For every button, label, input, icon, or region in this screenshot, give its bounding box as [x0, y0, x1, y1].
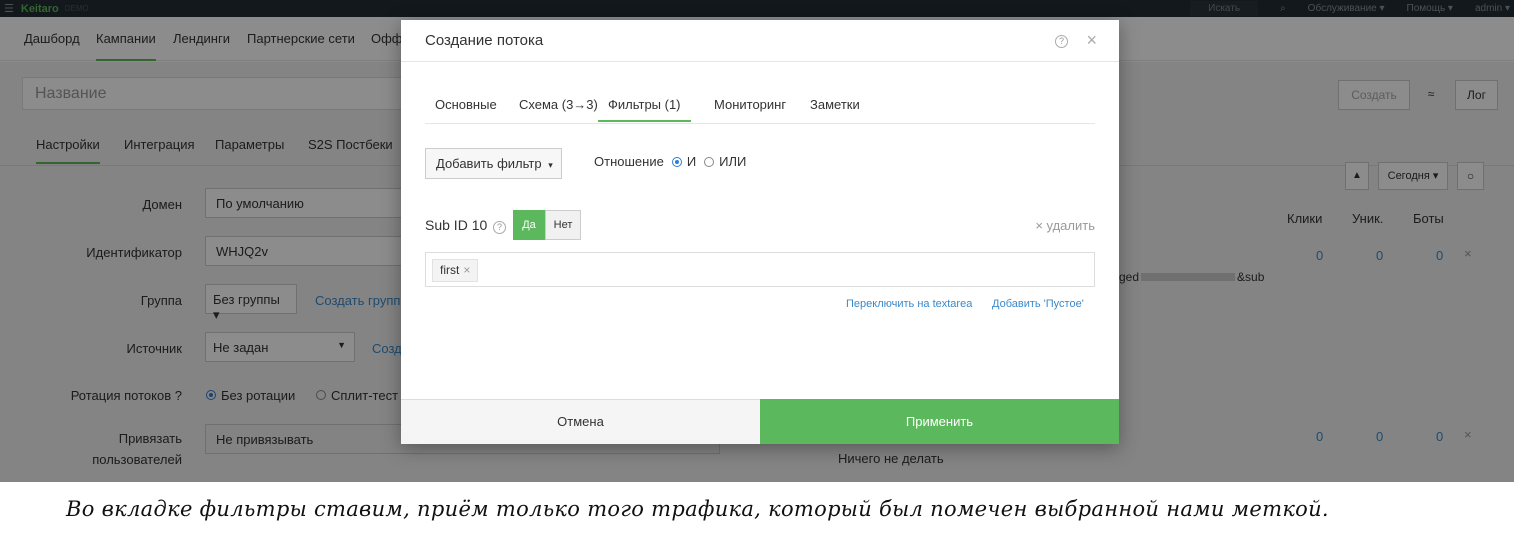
tab-monitoring[interactable]: Мониторинг — [714, 97, 786, 112]
switch-textarea-link[interactable]: Переключить на textarea — [846, 298, 972, 310]
relation-or-radio[interactable] — [704, 156, 715, 167]
tab-filters[interactable]: Фильтры (1) — [598, 97, 691, 122]
cancel-button[interactable]: Отмена — [401, 399, 760, 444]
tab-notes[interactable]: Заметки — [810, 97, 860, 112]
modal-title: Создание потока — [425, 32, 544, 49]
help-icon[interactable]: ? — [1055, 35, 1068, 48]
tab-basic[interactable]: Основные — [435, 97, 497, 112]
remove-filter-link[interactable]: × удалить — [1035, 218, 1095, 233]
close-icon[interactable]: × — [1086, 30, 1097, 51]
caption: Во вкладке фильтры ставим, приём только … — [0, 482, 1514, 542]
caret-down-icon: ▾ — [548, 160, 553, 170]
modal-header: Создание потока ? × — [401, 20, 1119, 62]
help-icon[interactable]: ? — [493, 221, 506, 234]
relation-and-radio[interactable] — [671, 156, 682, 167]
tab-scheme[interactable]: Схема (3→3) — [519, 97, 598, 112]
relation-label: Отношение — [594, 154, 664, 169]
add-filter-button[interactable]: Добавить фильтр ▾ — [425, 148, 562, 179]
relation-or-label[interactable]: ИЛИ — [719, 154, 746, 169]
modal-tabs: Основные Схема (3→3) Фильтры (1) Монитор… — [425, 91, 1095, 124]
filter-values-input[interactable]: first × — [425, 252, 1095, 287]
add-empty-link[interactable]: Добавить 'Пустое' — [992, 298, 1084, 310]
create-stream-modal: Создание потока ? × Основные Схема (3→3)… — [401, 20, 1119, 444]
filter-no-button[interactable]: Нет — [545, 210, 581, 240]
relation-and-label[interactable]: И — [687, 154, 696, 169]
relation-group: Отношение И ИЛИ — [594, 154, 746, 169]
filter-yes-button[interactable]: Да — [513, 210, 545, 240]
filter-name: Sub ID 10 — [425, 217, 488, 233]
value-tag: first × — [432, 259, 479, 282]
remove-tag-icon[interactable]: × — [463, 263, 470, 277]
apply-button[interactable]: Применить — [760, 399, 1119, 444]
